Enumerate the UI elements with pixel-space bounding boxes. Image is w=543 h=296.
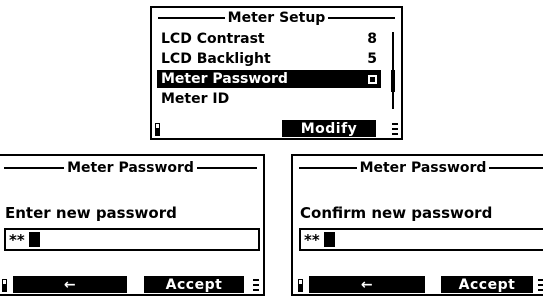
menu-item-value: 5 [367,51,377,67]
password-mask: ** [9,231,25,249]
softkey-bar: ← Accept [0,274,263,294]
accept-softkey[interactable]: Accept [144,276,244,293]
back-softkey[interactable]: ← [309,276,425,293]
battery-icon [298,279,303,292]
power-plug-icon [253,278,259,292]
menu-item-label: Meter Password [161,71,288,87]
menu-item-lcd-backlight[interactable]: LCD Backlight 5 [157,50,381,68]
setup-title: Meter Setup [227,10,326,26]
title-rule-left [158,17,225,19]
title-rule-left [299,167,357,169]
checkbox-icon[interactable] [368,74,377,84]
confirm-prompt: Confirm new password [300,204,493,222]
accept-softkey[interactable]: Accept [441,276,533,293]
menu-item-value: 8 [367,31,377,47]
enter-password-screen: Meter Password Enter new password ** ← A… [0,154,265,296]
scrollbar-thumb[interactable] [391,70,395,92]
confirm-password-screen: Meter Password Confirm new password ** ←… [291,154,543,296]
meter-setup-screen: Meter Setup LCD Contrast 8 LCD Backlight… [150,6,403,140]
back-softkey[interactable]: ← [13,276,127,293]
title-rule-right [328,17,395,19]
menu-item-meter-id[interactable]: Meter ID [157,90,381,108]
left-arrow-icon: ← [63,276,77,293]
enter-prompt: Enter new password [5,204,177,222]
title-rule-right [196,167,257,169]
softkey-bar: ← Accept [293,274,543,294]
text-cursor [324,232,335,247]
enter-title: Meter Password [67,160,194,176]
power-plug-icon [538,278,543,292]
menu-item-meter-password[interactable]: Meter Password [157,70,381,88]
title-rule-right [489,167,543,169]
password-confirm-field[interactable]: ** [299,228,543,251]
battery-icon [2,279,7,292]
left-arrow-icon: ← [360,276,374,293]
menu-item-lcd-contrast[interactable]: LCD Contrast 8 [157,30,381,48]
menu-item-label: Meter ID [161,91,230,107]
enter-title-row: Meter Password [4,161,257,175]
battery-icon [155,123,160,136]
softkey-bar: Modify [152,118,401,138]
password-entry-field[interactable]: ** [4,228,260,251]
password-mask: ** [304,231,320,249]
menu-item-label: LCD Contrast [161,31,265,47]
title-rule-left [4,167,65,169]
text-cursor [29,232,40,247]
confirm-title-row: Meter Password [299,161,543,175]
modify-softkey[interactable]: Modify [282,120,376,137]
setup-title-row: Meter Setup [158,11,395,25]
confirm-title: Meter Password [359,160,487,176]
menu-item-label: LCD Backlight [161,51,271,67]
power-plug-icon [392,122,398,136]
